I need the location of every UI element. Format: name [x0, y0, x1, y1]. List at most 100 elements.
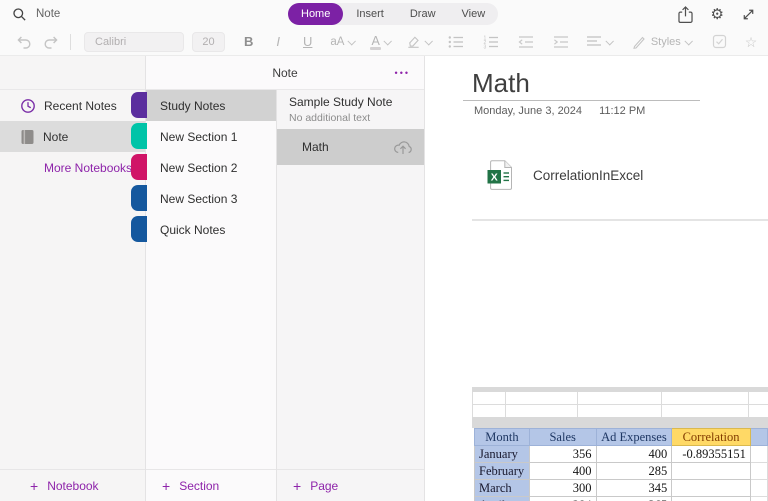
sheet-header-cell: Ad Expenses: [596, 429, 672, 446]
onenote-app: Note Home Insert Draw View ⚙ Calibri: [0, 0, 768, 501]
sheet-cell: January: [475, 446, 530, 463]
sheet-cell: [750, 446, 767, 463]
sheet-cell: 356: [529, 446, 596, 463]
sidebar-item-note[interactable]: Note: [0, 121, 145, 152]
notebook-icon: [20, 129, 35, 145]
section-item-new-section-2[interactable]: New Section 2: [146, 152, 276, 183]
section-color-tab: [131, 92, 147, 118]
sidebar-item-label: More Notebooks: [44, 161, 132, 175]
font-color-button[interactable]: A: [371, 34, 389, 50]
page-item-math[interactable]: Math: [277, 129, 424, 165]
page-time: 11:12 PM: [599, 105, 645, 117]
change-case-button[interactable]: aA: [330, 36, 354, 48]
section-item-new-section-3[interactable]: New Section 3: [146, 183, 276, 214]
tab-draw[interactable]: Draw: [397, 3, 449, 25]
sheet-cell: 400: [596, 446, 672, 463]
spreadsheet-preview[interactable]: MonthSalesAd ExpensesCorrelationJanuary3…: [472, 387, 768, 501]
sheet-empty-grid: [472, 392, 768, 417]
sheet-cell: March: [475, 480, 530, 497]
alignment-button[interactable]: [586, 35, 612, 49]
sheet-cell: February: [475, 463, 530, 480]
font-size-field[interactable]: 20: [192, 32, 225, 52]
section-color-tab: [131, 216, 147, 242]
svg-text:X: X: [491, 172, 498, 184]
tab-insert[interactable]: Insert: [343, 3, 397, 25]
add-page-button[interactable]: Page: [277, 469, 424, 501]
sheet-row-band: [472, 417, 768, 428]
share-icon[interactable]: [677, 5, 694, 24]
notebook-title: Note: [272, 66, 297, 80]
sheet-cell: 365: [596, 497, 672, 501]
sheet-table: MonthSalesAd ExpensesCorrelationJanuary3…: [474, 428, 768, 501]
sheet-header-cell: Correlation: [672, 429, 751, 446]
sections-list: Study Notes New Section 1 New Section 2 …: [146, 90, 277, 501]
bold-button[interactable]: B: [244, 34, 253, 49]
sheet-cell: [672, 497, 751, 501]
plus-icon: [162, 479, 170, 493]
sheet-cell: 400: [529, 463, 596, 480]
excel-file-icon: X: [487, 160, 513, 190]
page-meta: Monday, June 3, 2024 11:12 PM: [474, 105, 645, 117]
font-name-field[interactable]: Calibri: [84, 32, 184, 52]
sidebar-item-label: Recent Notes: [44, 99, 117, 113]
sheet-header-cell: [750, 429, 767, 446]
file-attachment[interactable]: X CorrelationInExcel: [487, 160, 643, 190]
settings-gear-icon[interactable]: ⚙: [711, 7, 724, 22]
sidebar-item-label: Note: [43, 130, 68, 144]
search-icon: [12, 7, 27, 22]
top-app-bar: Note Home Insert Draw View ⚙: [0, 0, 768, 28]
sheet-header-cell: Month: [475, 429, 530, 446]
section-color-tab: [131, 154, 147, 180]
add-notebook-button[interactable]: Notebook: [0, 469, 145, 501]
page-canvas[interactable]: Math Monday, June 3, 2024 11:12 PM X Cor…: [425, 56, 768, 501]
search-field[interactable]: Note: [12, 4, 60, 24]
top-actions: ⚙: [677, 0, 756, 28]
highlighter-button[interactable]: [406, 34, 431, 49]
underline-button[interactable]: U: [303, 34, 312, 49]
todo-tag-icon[interactable]: [712, 34, 727, 49]
section-color-tab: [131, 123, 147, 149]
numbered-list-icon[interactable]: 123: [483, 35, 499, 49]
section-item-quick-notes[interactable]: Quick Notes: [146, 214, 276, 245]
sheet-cell: [672, 480, 751, 497]
page-title[interactable]: Math: [472, 68, 530, 99]
clock-icon: [20, 98, 36, 114]
more-options-icon[interactable]: [395, 68, 410, 78]
redo-icon[interactable]: [43, 34, 59, 50]
italic-button[interactable]: I: [276, 34, 280, 49]
search-text: Note: [36, 8, 60, 20]
undo-icon[interactable]: [16, 34, 32, 50]
section-color-tab: [131, 185, 147, 211]
tab-view[interactable]: View: [449, 3, 499, 25]
sheet-cell: April: [475, 497, 530, 501]
sidebar-item-recent-notes[interactable]: Recent Notes: [0, 90, 145, 121]
outdent-icon[interactable]: [518, 35, 534, 49]
page-date: Monday, June 3, 2024: [474, 105, 596, 117]
svg-text:3: 3: [483, 44, 486, 49]
sidebar-header: [0, 56, 145, 90]
section-item-study-notes[interactable]: Study Notes: [146, 90, 276, 121]
sheet-cell: -0.89355151: [672, 446, 751, 463]
sheet-cell: [672, 463, 751, 480]
fullscreen-expand-icon[interactable]: [741, 7, 756, 22]
sidebar-item-more-notebooks[interactable]: More Notebooks: [0, 152, 145, 183]
sheet-cell: 345: [596, 480, 672, 497]
styles-button[interactable]: Styles: [632, 35, 691, 49]
star-tag-icon[interactable]: ☆: [745, 35, 758, 49]
tab-home[interactable]: Home: [288, 3, 343, 25]
section-item-new-section-1[interactable]: New Section 1: [146, 121, 276, 152]
toolbar-divider: [70, 34, 71, 50]
add-section-button[interactable]: Section: [146, 469, 276, 501]
sheet-cell: [750, 497, 767, 501]
bullet-list-icon[interactable]: [448, 35, 464, 49]
plus-icon: [293, 479, 301, 493]
notebooks-sidebar: Recent Notes Note More Notebooks Noteboo…: [0, 56, 146, 501]
app-body: Recent Notes Note More Notebooks Noteboo…: [0, 56, 768, 501]
sheet-cell: 284: [529, 497, 596, 501]
sheet-cell: 285: [596, 463, 672, 480]
page-item-sample-study-note[interactable]: Sample Study Note No additional text: [277, 90, 424, 129]
formatting-toolbar: Calibri 20 B I U aA A 123: [0, 28, 768, 56]
attachment-name: CorrelationInExcel: [533, 168, 643, 183]
sheet-cell: 300: [529, 480, 596, 497]
indent-icon[interactable]: [553, 35, 569, 49]
